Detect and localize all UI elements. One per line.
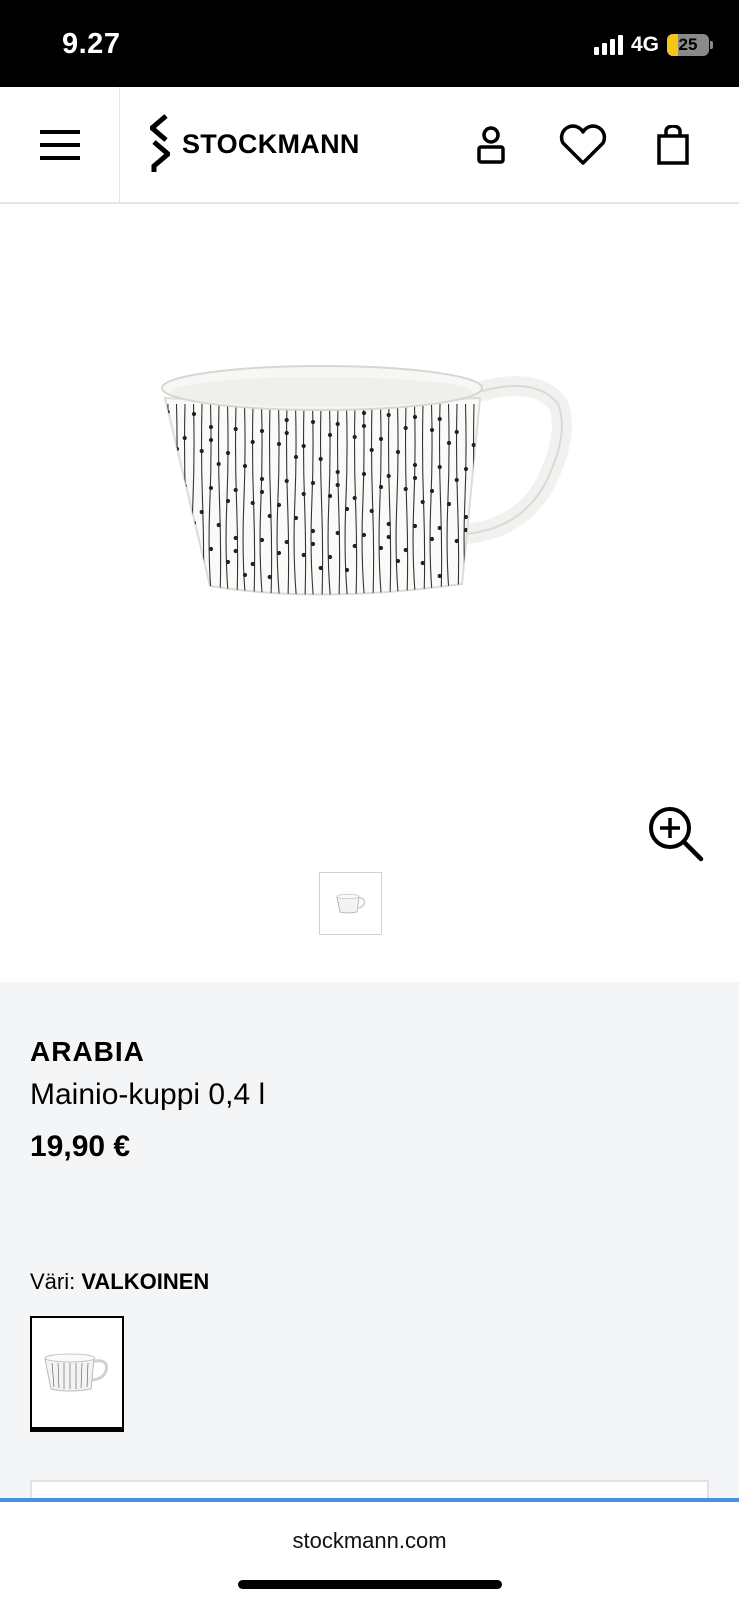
- product-price: 19,90 €: [30, 1130, 131, 1163]
- status-time: 9.27: [62, 28, 121, 60]
- stockmann-logo[interactable]: STOCKMANN: [150, 113, 360, 175]
- signal-strength-icon: [593, 35, 623, 55]
- wishlist-heart-icon: [559, 124, 607, 165]
- logo-text: STOCKMANN: [182, 128, 360, 159]
- zoom-in-icon[interactable]: [646, 804, 706, 864]
- menu-icon: [39, 129, 80, 160]
- site-header: STOCKMANN: [0, 87, 739, 204]
- stockmann-s-mark-icon: [150, 114, 170, 172]
- account-button[interactable]: [463, 117, 519, 173]
- account-icon: [477, 126, 505, 164]
- product-gallery[interactable]: [0, 204, 739, 982]
- product-brand[interactable]: ARABIA: [30, 1036, 145, 1068]
- gallery-thumbnail[interactable]: [319, 872, 382, 935]
- product-info: ARABIA Mainio-kuppi 0,4 l 19,90 € Väri: …: [0, 982, 739, 1520]
- status-bar: 9.27 4G 25: [0, 0, 739, 87]
- battery-icon: 25: [667, 34, 713, 56]
- swatch-image: [44, 1353, 108, 1391]
- product-name: Mainio-kuppi 0,4 l: [30, 1078, 266, 1111]
- home-indicator: [238, 1580, 502, 1589]
- thumbnail-image: [335, 893, 365, 913]
- wishlist-button[interactable]: [555, 117, 611, 173]
- color-selector-label: Väri: VALKOINEN: [30, 1269, 209, 1295]
- browser-url-bar[interactable]: stockmann.com: [0, 1498, 739, 1600]
- menu-button[interactable]: [0, 87, 120, 202]
- color-value: VALKOINEN: [81, 1269, 210, 1294]
- battery-level: 25: [678, 35, 698, 54]
- color-swatch-selected[interactable]: [30, 1316, 124, 1432]
- product-image[interactable]: [150, 354, 590, 644]
- status-indicators: 4G 25: [593, 32, 713, 58]
- network-type: 4G: [630, 33, 659, 56]
- shopping-bag-button[interactable]: [645, 117, 701, 173]
- shopping-bag-icon: [657, 125, 689, 165]
- color-label: Väri:: [30, 1269, 76, 1294]
- browser-url[interactable]: stockmann.com: [0, 1528, 739, 1554]
